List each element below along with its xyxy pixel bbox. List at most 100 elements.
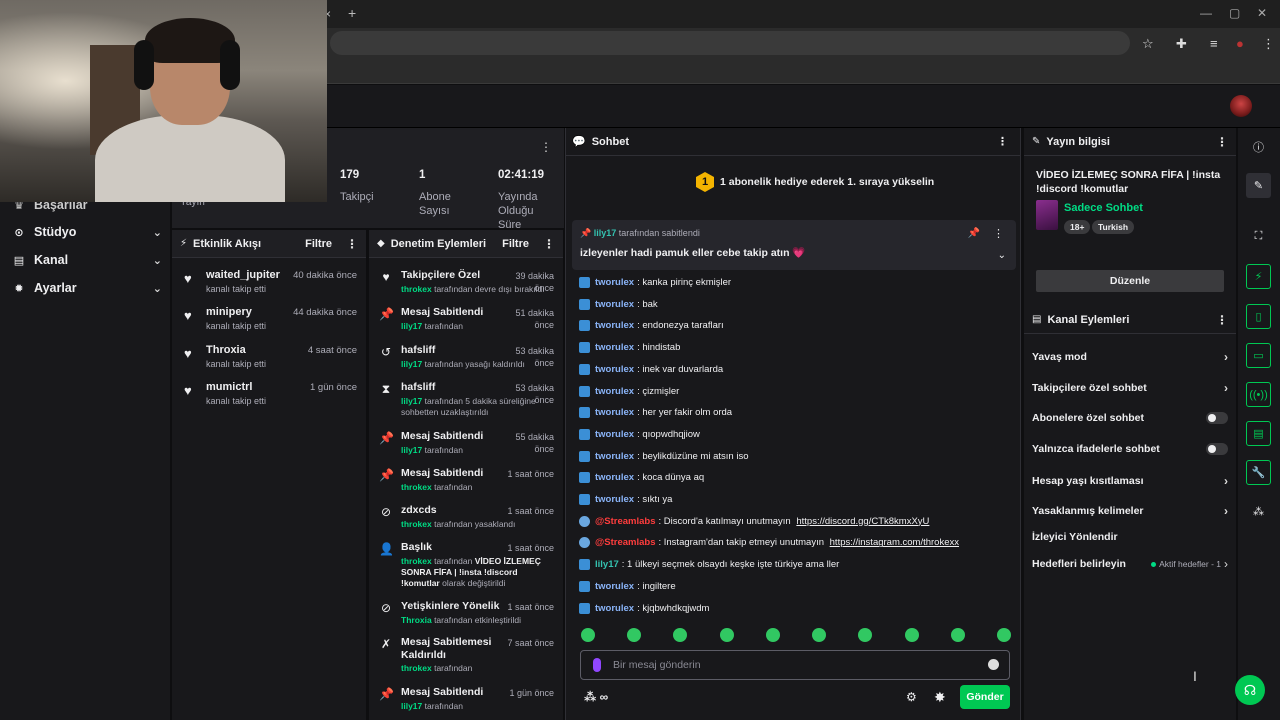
category-image[interactable]: [1036, 200, 1058, 230]
chat-username[interactable]: tworulex: [595, 603, 634, 614]
chat-message[interactable]: tworulex: çizmişler: [579, 385, 679, 397]
chat-input[interactable]: [613, 656, 973, 674]
info-icon[interactable]: ⓘ: [1246, 134, 1271, 159]
chat-username[interactable]: tworulex: [595, 472, 634, 483]
filter-button[interactable]: Filtre: [305, 238, 332, 250]
microphone-icon[interactable]: [593, 658, 601, 672]
chat-message[interactable]: @Streamlabs: Instagram'dan takip etmeyi …: [579, 537, 959, 549]
channel-action-item[interactable]: Yalnızca ifadelerle sohbet: [1032, 443, 1228, 455]
chat-username[interactable]: tworulex: [595, 407, 634, 418]
chat-link[interactable]: https://discord.gg/CTk8kmxXyU: [796, 516, 929, 527]
channel-action-item[interactable]: Yasaklanmış kelimeler ›: [1032, 504, 1228, 518]
emote-icon[interactable]: [812, 628, 827, 642]
channel-action-item[interactable]: Takipçilere özel sohbet ›: [1032, 381, 1228, 395]
broadcast-icon[interactable]: ((•)): [1246, 382, 1271, 407]
channel-action-item[interactable]: Abonelere özel sohbet: [1032, 412, 1228, 424]
chat-message[interactable]: tworulex: beylikdüzüne mi atsın iso: [579, 450, 748, 462]
emote-icon[interactable]: [581, 628, 595, 642]
chat-username[interactable]: tworulex: [595, 429, 634, 440]
emote-icon[interactable]: [858, 628, 873, 642]
chat-message[interactable]: lily17: 1 ülkeyi seçmek olsaydı keşke iş…: [579, 559, 839, 571]
chat-message[interactable]: tworulex: sıktı ya: [579, 494, 672, 505]
chat-message[interactable]: tworulex: endonezya tarafları: [579, 320, 724, 332]
hype-train-banner[interactable]: 1 1 abonelik hediye ederek 1. sıraya yük…: [696, 172, 934, 192]
browser-menu-icon[interactable]: ⋮: [1262, 36, 1275, 52]
channel-action-item[interactable]: Hedefleri belirleyin Aktif hedefler - 1 ›: [1032, 557, 1228, 571]
channel-action-item[interactable]: Hesap yaşı kısıtlaması ›: [1032, 474, 1228, 488]
filter-button[interactable]: Filtre: [502, 238, 529, 250]
crop-icon[interactable]: ⛶: [1246, 224, 1271, 249]
chat-message[interactable]: tworulex: koca dünya aq: [579, 472, 704, 484]
more-icon[interactable]: ⋮: [540, 140, 552, 154]
more-icon[interactable]: ⋮: [1216, 313, 1228, 327]
chat-link[interactable]: https://instagram.com/throkexx: [830, 537, 959, 548]
emote-icon[interactable]: [673, 628, 688, 642]
chat-username[interactable]: lily17: [595, 559, 619, 570]
chat-username[interactable]: @Streamlabs: [595, 516, 655, 527]
chat-message[interactable]: tworulex: ingiltere: [579, 580, 676, 592]
chat-message[interactable]: tworulex: inek var duvarlarda: [579, 363, 723, 375]
channel-points[interactable]: ⁂ ∞: [584, 690, 608, 704]
tag-badge[interactable]: 18+: [1064, 220, 1091, 234]
chat-message[interactable]: tworulex: qıopwdhqjiow: [579, 428, 700, 440]
media-icon[interactable]: ≡: [1210, 36, 1218, 51]
chat-message[interactable]: tworulex: kanka pirinç ekmişler: [579, 277, 731, 288]
category-name[interactable]: Sadece Sohbet: [1064, 202, 1143, 214]
chat-message[interactable]: tworulex: kjqbwhdkqjwdm: [579, 602, 709, 614]
chat-username[interactable]: tworulex: [595, 277, 634, 288]
chat-message[interactable]: tworulex: her yer fakir olm orda: [579, 407, 732, 419]
emote-icon[interactable]: [719, 628, 734, 642]
gear-icon[interactable]: ⚙: [906, 690, 917, 704]
pencil-icon[interactable]: ✎: [1246, 173, 1271, 198]
minimize-icon[interactable]: —: [1200, 6, 1212, 20]
emote-icon[interactable]: [904, 628, 919, 642]
more-icon[interactable]: ⋮: [1216, 135, 1228, 149]
toggle-switch[interactable]: [1206, 412, 1228, 424]
chat-username[interactable]: tworulex: [595, 451, 634, 462]
emoji-icon[interactable]: [988, 659, 999, 670]
pinned-message[interactable]: 📌 lily17 tarafından sabitlendi izleyenle…: [572, 220, 1016, 270]
chat-username[interactable]: tworulex: [595, 581, 634, 592]
extension-icon[interactable]: ✸: [934, 689, 946, 706]
url-field[interactable]: [330, 31, 1130, 55]
more-icon[interactable]: ⋮: [993, 227, 1004, 240]
channel-action-item[interactable]: İzleyici Yönlendir: [1032, 531, 1228, 543]
tag-badge[interactable]: Turkish: [1092, 220, 1135, 234]
chat-username[interactable]: tworulex: [595, 494, 634, 505]
chat-username[interactable]: tworulex: [595, 320, 634, 331]
chat-bubble-icon[interactable]: ▭: [1246, 343, 1271, 368]
chat-message[interactable]: tworulex: bak: [579, 298, 658, 310]
wrench-icon[interactable]: 🔧: [1246, 460, 1271, 485]
nav-item-settings[interactable]: ✹ Ayarlar ⌄: [12, 281, 162, 295]
extensions-icon[interactable]: ✚: [1176, 36, 1187, 52]
emote-icon[interactable]: [627, 628, 642, 642]
chat-username[interactable]: tworulex: [595, 299, 634, 310]
profile-icon[interactable]: ●: [1236, 36, 1244, 51]
send-button[interactable]: Gönder: [960, 685, 1010, 709]
more-icon[interactable]: ⋮: [346, 237, 358, 251]
lightning-icon[interactable]: ⚡: [1246, 264, 1271, 289]
window-close-icon[interactable]: ✕: [1257, 6, 1267, 20]
edit-button[interactable]: Düzenle: [1036, 270, 1224, 292]
chat-username[interactable]: tworulex: [595, 386, 634, 397]
bookmark-star-icon[interactable]: ☆: [1142, 36, 1154, 52]
toggle-switch[interactable]: [1206, 443, 1228, 455]
chevron-down-icon[interactable]: ⌄: [998, 250, 1006, 261]
channel-action-item[interactable]: Yavaş mod ›: [1032, 350, 1228, 364]
chat-message[interactable]: tworulex: hindistab: [579, 342, 680, 354]
chat-username[interactable]: tworulex: [595, 364, 634, 375]
maximize-icon[interactable]: ▢: [1229, 6, 1240, 20]
chat-message[interactable]: @Streamlabs: Discord'a katılmayı unutmay…: [579, 515, 929, 527]
more-icon[interactable]: ⋮: [543, 237, 555, 251]
nav-item-channel[interactable]: ▤ Kanal ⌄: [12, 253, 162, 267]
nav-item-studio[interactable]: ⊙ Stüdyo ⌄: [12, 225, 162, 239]
emote-icon[interactable]: [950, 628, 965, 642]
chat-input-box[interactable]: [580, 650, 1010, 680]
emote-icon[interactable]: [996, 628, 1011, 642]
help-headset-icon[interactable]: ☊: [1235, 675, 1265, 705]
avatar[interactable]: [1230, 95, 1252, 117]
emote-icon[interactable]: [765, 628, 780, 642]
points-icon[interactable]: ⁂: [1246, 499, 1271, 524]
more-icon[interactable]: ⋮: [997, 135, 1008, 148]
new-tab-icon[interactable]: +: [348, 5, 356, 21]
